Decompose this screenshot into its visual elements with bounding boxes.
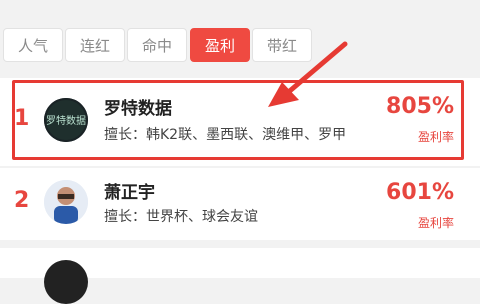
rank-number: 2 (14, 188, 30, 213)
expert-specialty: 擅长：世界杯、球会友谊 (104, 209, 258, 225)
avatar-photo (44, 180, 88, 224)
person-avatar-icon (44, 180, 88, 224)
expert-name: 萧正宇 (104, 183, 155, 203)
expert-card-2[interactable]: 2 萧正宇 擅长：世界杯、球会友谊 601% 盈利率 (0, 168, 480, 240)
expert-card-3[interactable] (0, 248, 480, 304)
profit-rate-label: 盈利率 (417, 216, 454, 230)
profit-rate: 601% (386, 180, 454, 205)
avatar-partial (44, 260, 88, 304)
